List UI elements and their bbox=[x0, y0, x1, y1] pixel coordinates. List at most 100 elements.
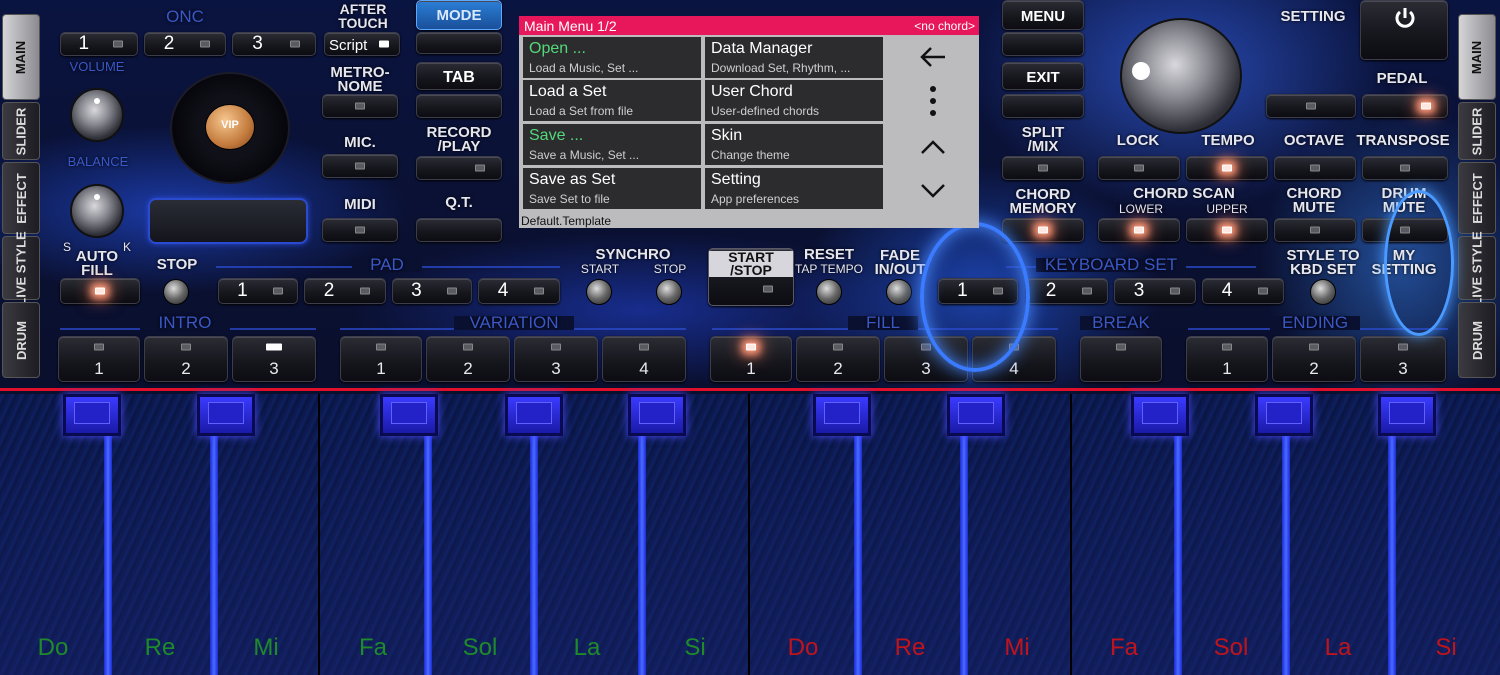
midi-button[interactable] bbox=[322, 218, 398, 242]
onc-2-button[interactable]: 2 bbox=[144, 32, 226, 56]
kbd-set-4-button[interactable]: 4 bbox=[1202, 278, 1284, 304]
menu-item-user-chord[interactable]: User Chord User-defined chords bbox=[705, 80, 883, 121]
pad-2-button[interactable]: 2 bbox=[304, 278, 386, 304]
chord-scan-upper-button[interactable] bbox=[1186, 218, 1268, 242]
white-key-mi[interactable]: Mi bbox=[214, 394, 320, 675]
black-key-la-sharp[interactable] bbox=[628, 394, 686, 436]
record-play-button[interactable] bbox=[416, 156, 502, 180]
white-key-si[interactable]: Si bbox=[642, 394, 750, 675]
black-key-fa-sharp-high[interactable] bbox=[1131, 394, 1189, 436]
chord-mute-button[interactable] bbox=[1274, 218, 1356, 242]
style-to-kbd-knob[interactable] bbox=[1310, 279, 1336, 305]
pad-stop-knob[interactable] bbox=[163, 279, 189, 305]
chord-memory-button[interactable] bbox=[1002, 218, 1084, 242]
fill-4-button[interactable]: 4 bbox=[972, 336, 1056, 382]
black-key-fa-sharp[interactable] bbox=[380, 394, 438, 436]
black-key-sol-sharp-high[interactable] bbox=[1255, 394, 1313, 436]
ending-1-button[interactable]: 1 bbox=[1186, 336, 1268, 382]
ending-2-button[interactable]: 2 bbox=[1272, 336, 1356, 382]
menu-item-open[interactable]: Open ... Load a Music, Set ... bbox=[523, 37, 701, 78]
white-key-re-high[interactable]: Re bbox=[858, 394, 964, 675]
split-mix-button[interactable] bbox=[1002, 156, 1084, 180]
black-key-la-sharp-high[interactable] bbox=[1378, 394, 1436, 436]
menu-back-button[interactable] bbox=[890, 36, 976, 78]
side-tab-drum[interactable]: DRUM bbox=[2, 302, 40, 378]
fade-knob[interactable] bbox=[886, 279, 912, 305]
variation-3-button[interactable]: 3 bbox=[514, 336, 598, 382]
synchro-stop-knob[interactable] bbox=[656, 279, 682, 305]
white-key-re[interactable]: Re bbox=[108, 394, 214, 675]
exit-button[interactable]: EXIT bbox=[1002, 62, 1084, 90]
power-button[interactable] bbox=[1360, 0, 1448, 60]
intro-1-button[interactable]: 1 bbox=[58, 336, 140, 382]
menu-item-save[interactable]: Save ... Save a Music, Set ... bbox=[523, 124, 701, 165]
white-key-sol-high[interactable]: Sol bbox=[1178, 394, 1286, 675]
white-key-mi-high[interactable]: Mi bbox=[964, 394, 1072, 675]
menu-item-data-manager[interactable]: Data Manager Download Set, Rhythm, ... bbox=[705, 37, 883, 78]
onc-3-button[interactable]: 3 bbox=[232, 32, 316, 56]
kbd-set-2-button[interactable]: 2 bbox=[1026, 278, 1108, 304]
ending-3-button[interactable]: 3 bbox=[1360, 336, 1446, 382]
auto-fill-button[interactable] bbox=[60, 278, 140, 304]
side-tab-drum-right[interactable]: DRUM bbox=[1458, 302, 1496, 378]
fill-1-button[interactable]: 1 bbox=[710, 336, 792, 382]
black-key-re-sharp-high[interactable] bbox=[947, 394, 1005, 436]
fill-3-button[interactable]: 3 bbox=[884, 336, 968, 382]
side-tab-main-right[interactable]: MAIN bbox=[1458, 14, 1496, 100]
script-button[interactable]: Script bbox=[324, 32, 400, 56]
synchro-start-knob[interactable] bbox=[586, 279, 612, 305]
menu-page-up-button[interactable] bbox=[890, 126, 976, 168]
white-key-sol[interactable]: Sol bbox=[428, 394, 534, 675]
side-tab-effect-right[interactable]: EFFECT bbox=[1458, 162, 1496, 234]
variation-4-button[interactable]: 4 bbox=[602, 336, 686, 382]
side-tab-live-style[interactable]: LIVE STYLE bbox=[2, 231, 40, 305]
menu-item-skin[interactable]: Skin Change theme bbox=[705, 124, 883, 165]
pad-1-button[interactable]: 1 bbox=[218, 278, 298, 304]
side-tab-main[interactable]: MAIN bbox=[2, 14, 40, 100]
black-key-do-sharp[interactable] bbox=[63, 394, 121, 436]
tab-sub-button[interactable] bbox=[416, 94, 502, 118]
pad-3-button[interactable]: 3 bbox=[392, 278, 472, 304]
side-tab-live-style-right[interactable]: LIVE STYLE bbox=[1458, 231, 1496, 305]
onc-1-button[interactable]: 1 bbox=[60, 32, 138, 56]
tab-button[interactable]: TAB bbox=[416, 62, 502, 90]
metronome-button[interactable] bbox=[322, 94, 398, 118]
pedal-button[interactable] bbox=[1362, 94, 1448, 118]
break-button[interactable] bbox=[1080, 336, 1162, 382]
variation-2-button[interactable]: 2 bbox=[426, 336, 510, 382]
mode-button[interactable]: MODE bbox=[416, 0, 502, 30]
white-key-la-high[interactable]: La bbox=[1286, 394, 1392, 675]
black-key-re-sharp[interactable] bbox=[197, 394, 255, 436]
lock-button[interactable] bbox=[1098, 156, 1180, 180]
chord-scan-lower-button[interactable] bbox=[1098, 218, 1180, 242]
white-key-do-high[interactable]: Do bbox=[750, 394, 858, 675]
kbd-set-1-button[interactable]: 1 bbox=[938, 278, 1018, 304]
white-key-la[interactable]: La bbox=[534, 394, 642, 675]
menu-sub-button[interactable] bbox=[1002, 32, 1084, 56]
white-key-fa-high[interactable]: Fa bbox=[1072, 394, 1178, 675]
drum-mute-button[interactable] bbox=[1362, 218, 1448, 242]
octave-button[interactable] bbox=[1274, 156, 1356, 180]
exit-sub-button[interactable] bbox=[1002, 94, 1084, 118]
tempo-dial[interactable] bbox=[1120, 18, 1242, 134]
white-key-fa[interactable]: Fa bbox=[320, 394, 428, 675]
menu-item-setting[interactable]: Setting App preferences bbox=[705, 168, 883, 209]
menu-button[interactable]: MENU bbox=[1002, 0, 1084, 30]
pad-4-button[interactable]: 4 bbox=[478, 278, 560, 304]
menu-item-save-as-set[interactable]: Save as Set Save Set to file bbox=[523, 168, 701, 209]
fill-2-button[interactable]: 2 bbox=[796, 336, 880, 382]
side-tab-slider[interactable]: SLIDER bbox=[2, 102, 40, 160]
qt-button[interactable] bbox=[416, 218, 502, 242]
start-stop-button[interactable]: START /STOP bbox=[708, 248, 794, 306]
white-key-do[interactable]: Do bbox=[0, 394, 108, 675]
black-key-sol-sharp[interactable] bbox=[505, 394, 563, 436]
menu-page-down-button[interactable] bbox=[890, 170, 976, 212]
black-key-do-sharp-high[interactable] bbox=[813, 394, 871, 436]
menu-more-button[interactable] bbox=[890, 80, 976, 122]
variation-1-button[interactable]: 1 bbox=[340, 336, 422, 382]
mic-button[interactable] bbox=[322, 154, 398, 178]
white-key-si-high[interactable]: Si bbox=[1392, 394, 1500, 675]
intro-3-button[interactable]: 3 bbox=[232, 336, 316, 382]
volume-knob[interactable] bbox=[70, 88, 124, 142]
kbd-set-3-button[interactable]: 3 bbox=[1114, 278, 1196, 304]
